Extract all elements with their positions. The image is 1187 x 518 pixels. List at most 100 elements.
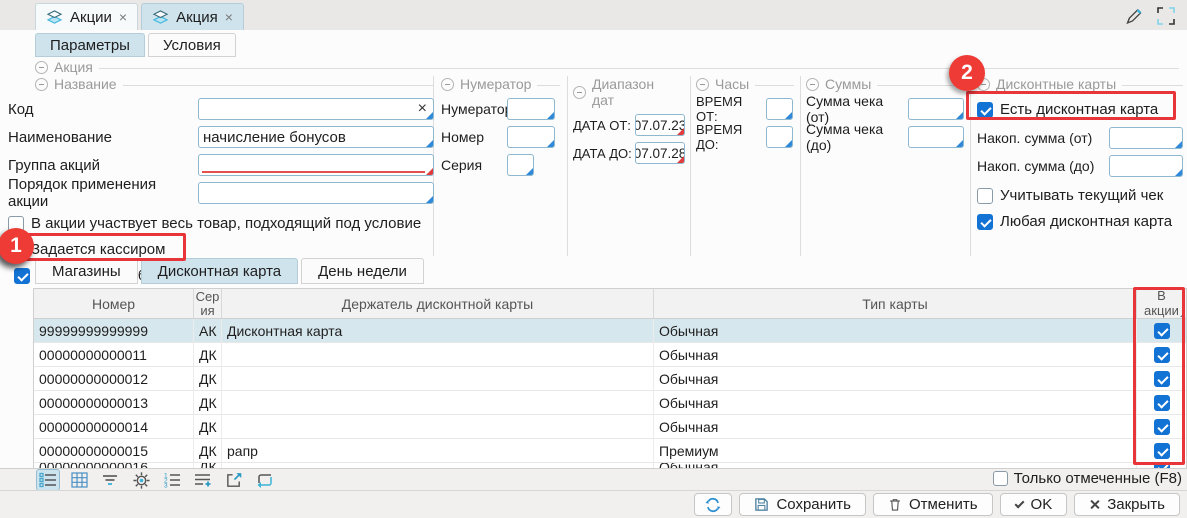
table-row[interactable]: 00000000000015ДКрапрПремиум (34, 439, 1186, 463)
collapse-icon[interactable] (35, 78, 48, 91)
has-card-checkbox[interactable] (977, 102, 993, 118)
cell-number: 00000000000015 (34, 439, 194, 462)
name-label: Наименование (8, 129, 198, 146)
column-header-number[interactable]: Номер (34, 289, 194, 318)
open-external-icon[interactable] (222, 469, 246, 491)
row-in-action-checkbox[interactable] (1154, 443, 1170, 459)
clear-icon[interactable]: × (418, 101, 429, 117)
group-input[interactable] (198, 154, 434, 176)
numbered-list-icon[interactable]: 123 (160, 469, 184, 491)
table-row[interactable]: 00000000000011ДКОбычная (34, 343, 1186, 367)
table-row[interactable]: 00000000000014ДКОбычная (34, 415, 1186, 439)
cancel-button[interactable]: Отменить (873, 493, 993, 516)
table-row[interactable]: 99999999999999АКДисконтная картаОбычная (34, 319, 1186, 343)
name-input[interactable]: начисление бонусов (198, 126, 434, 148)
save-disk-icon (754, 497, 769, 512)
time-to-label: ВРЕМЯ ДО: (696, 122, 766, 152)
doc-tab-akcia[interactable]: Акция × (141, 3, 244, 30)
current-receipt-checkbox[interactable] (977, 188, 993, 204)
row-in-action-checkbox[interactable] (1154, 323, 1170, 339)
use-bonuses-checkbox[interactable] (14, 268, 30, 284)
row-in-action-checkbox[interactable] (1154, 395, 1170, 411)
refresh-icon (705, 497, 721, 513)
list-view-icon[interactable] (36, 469, 60, 491)
sum-from-input[interactable] (908, 98, 964, 120)
refresh-button[interactable] (694, 493, 732, 516)
collapse-icon[interactable] (573, 86, 586, 99)
accum-from-input[interactable] (1109, 127, 1183, 149)
all-goods-label: В акции участвует весь товар, подходящий… (31, 215, 421, 232)
subtab-diskontnaya-karta[interactable]: Дисконтная карта (141, 258, 298, 284)
collapse-icon[interactable] (806, 78, 819, 91)
row-in-action-checkbox[interactable] (1154, 347, 1170, 363)
column-header-series[interactable]: Серия (194, 289, 222, 318)
cell-type: Обычная (654, 343, 1137, 366)
collapse-icon[interactable] (35, 61, 48, 74)
collapse-icon[interactable] (441, 78, 454, 91)
cell-series: ДК (194, 439, 222, 462)
settings-gear-icon[interactable] (129, 469, 153, 491)
table-row[interactable]: 00000000000013ДКОбычная (34, 391, 1186, 415)
subtab-den-nedeli[interactable]: День недели (301, 258, 424, 284)
ok-label: OK (1031, 496, 1053, 513)
cell-type: Обычная (654, 367, 1137, 390)
row-in-action-checkbox[interactable] (1154, 419, 1170, 435)
cell-in-action (1137, 319, 1186, 342)
numerator-label: Нумератор (441, 101, 507, 117)
fullscreen-icon[interactable] (1157, 7, 1175, 25)
only-marked-checkbox[interactable] (993, 471, 1008, 486)
date-to-input[interactable]: 07.07.28 (635, 142, 685, 164)
table-row[interactable]: 00000000000012ДКОбычная (34, 367, 1186, 391)
accum-to-input[interactable] (1109, 155, 1183, 177)
table-body: 99999999999999АКДисконтная картаОбычная0… (34, 319, 1186, 468)
repeat-icon[interactable] (253, 469, 277, 491)
time-from-input[interactable] (766, 98, 793, 120)
row-in-action-checkbox[interactable] (1154, 371, 1170, 387)
cell-holder: рапр (222, 439, 654, 462)
current-receipt-label: Учитывать текущий чек (1000, 187, 1163, 204)
cell-number: 00000000000012 (34, 367, 194, 390)
column-header-type[interactable]: Тип карты (654, 289, 1137, 318)
ok-button[interactable]: OK (1000, 493, 1068, 516)
cell-holder (222, 367, 654, 390)
only-marked-label: Только отмеченные (F8) (1014, 470, 1182, 487)
doc-tab-akcii[interactable]: Акции × (35, 3, 138, 30)
close-icon[interactable]: × (225, 10, 233, 24)
date-from-input[interactable]: 07.07.23 (635, 114, 685, 136)
code-input[interactable]: × (198, 98, 434, 120)
column-header-holder[interactable]: Держатель дисконтной карты (222, 289, 654, 318)
filter-icon[interactable] (98, 469, 122, 491)
cell-series: ДК (194, 415, 222, 438)
column-header-in-action[interactable]: В акции (1137, 289, 1186, 318)
close-button[interactable]: Закрыть (1074, 493, 1180, 516)
accum-from-label: Накоп. сумма (от) (977, 130, 1109, 146)
number-input[interactable] (507, 126, 555, 148)
sum-to-input[interactable] (908, 126, 964, 148)
cell-type: Обычная (654, 391, 1137, 414)
group-title: Часы (715, 76, 749, 92)
tab-parametry[interactable]: Параметры (35, 33, 145, 57)
collapse-icon[interactable] (696, 78, 709, 91)
order-input[interactable] (198, 182, 434, 204)
cell-in-action (1137, 391, 1186, 414)
subtab-magaziny[interactable]: Магазины (35, 258, 138, 284)
add-to-list-icon[interactable] (191, 469, 215, 491)
series-input[interactable] (507, 154, 534, 176)
tab-uslovia[interactable]: Условия (148, 33, 236, 57)
discount-cards-table: Номер Серия Держатель дисконтной карты Т… (33, 288, 1187, 468)
grid-view-icon[interactable] (67, 469, 91, 491)
date-to-value: 07.07.28 (635, 146, 685, 161)
table-toolbar: 123 Только отмеченны (0, 468, 1187, 490)
numerator-input[interactable] (507, 98, 555, 120)
time-to-input[interactable] (766, 126, 793, 148)
edit-pencil-icon[interactable] (1125, 7, 1143, 25)
any-card-checkbox[interactable] (977, 214, 993, 230)
svg-text:3: 3 (164, 483, 168, 489)
has-card-label: Есть дисконтная карта (1000, 101, 1158, 118)
cell-number: 99999999999999 (34, 319, 194, 342)
document-tabbar: Акции × Акция × (0, 0, 1187, 30)
save-button[interactable]: Сохранить (739, 493, 866, 516)
accum-to-label: Накоп. сумма (до) (977, 158, 1109, 174)
close-icon[interactable]: × (119, 10, 127, 24)
in-action-line1: В (1157, 289, 1166, 303)
